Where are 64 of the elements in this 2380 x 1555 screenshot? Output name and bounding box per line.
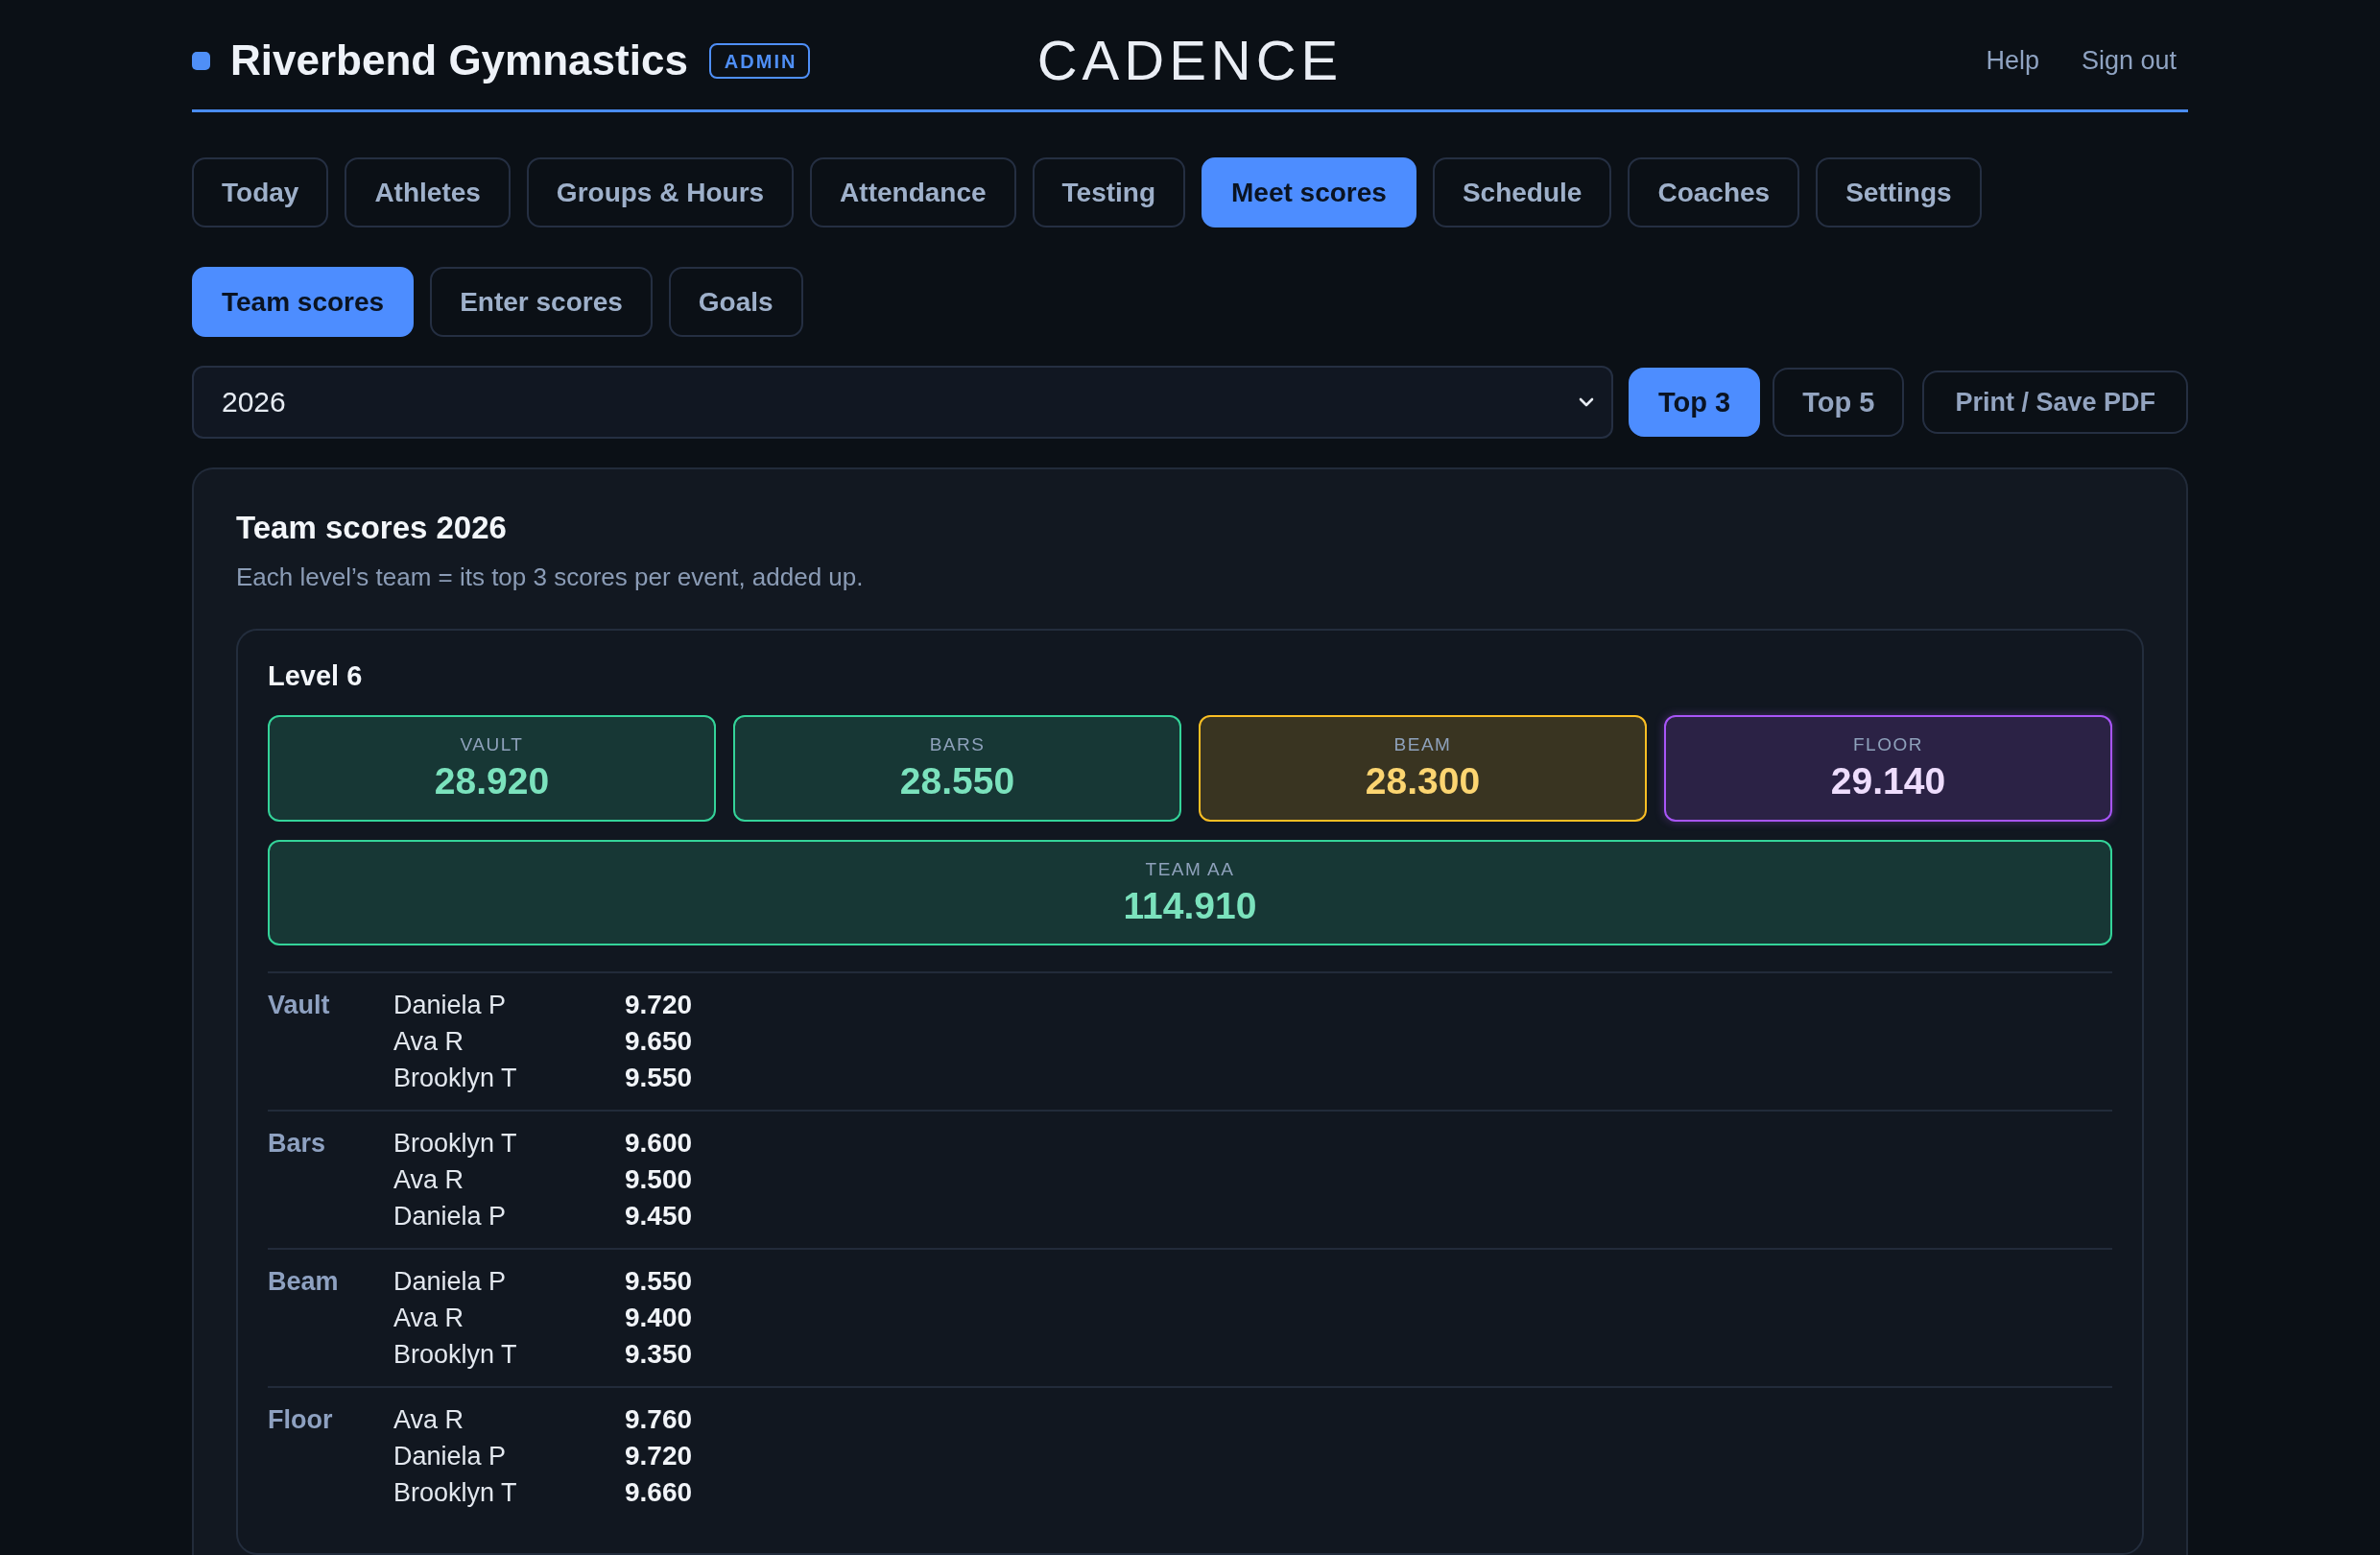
tile-value: 114.910 xyxy=(1123,883,1257,928)
logo-wordmark: CADENCE xyxy=(1036,29,1344,92)
tile-label: TEAM AA xyxy=(1145,857,1235,881)
header-link[interactable]: Help xyxy=(1986,44,2039,77)
event-name: Vault xyxy=(268,990,331,1021)
event-name: Floor xyxy=(268,1404,334,1436)
tile-label: FLOOR xyxy=(1853,733,1923,756)
athlete-name: Daniela P xyxy=(393,990,508,1021)
score-value: 9.650 xyxy=(625,1025,693,1058)
athlete-name: Ava R xyxy=(393,1164,465,1196)
nav-tab[interactable]: Attendance xyxy=(810,157,1016,227)
score-value: 9.760 xyxy=(625,1403,693,1436)
score-value: 9.400 xyxy=(625,1302,693,1334)
report-title: Team scores 2026 xyxy=(236,509,508,547)
tile-value: 28.300 xyxy=(1365,759,1481,803)
tile-label: BARS xyxy=(929,733,986,756)
nav-tab[interactable]: Testing xyxy=(1032,157,1186,227)
nav-tab[interactable]: Schedule xyxy=(1432,157,1612,227)
role-badge: ADMIN xyxy=(708,42,811,79)
nav-tab[interactable]: Groups & Hours xyxy=(526,157,795,227)
tile-label: VAULT xyxy=(460,733,524,756)
nav-tab[interactable]: Today xyxy=(192,157,329,227)
brand-mark-icon xyxy=(192,51,210,70)
nav-tab[interactable]: Athletes xyxy=(345,157,511,227)
athlete-name: Brooklyn T xyxy=(393,1063,518,1094)
event-name: Beam xyxy=(268,1266,340,1298)
tile-label: BEAM xyxy=(1393,733,1452,756)
view-toggle[interactable]: Top 3 xyxy=(1629,368,1761,437)
view-toggle[interactable]: Top 5 xyxy=(1773,368,1905,437)
score-value: 9.550 xyxy=(625,1062,693,1094)
athlete-name: Daniela P xyxy=(393,1266,508,1298)
tile-value: 28.550 xyxy=(899,759,1015,803)
score-value: 9.550 xyxy=(625,1265,693,1298)
report-subtitle: Each level’s team = its top 3 scores per event, added up. xyxy=(236,562,865,593)
athlete-name: Ava R xyxy=(393,1303,465,1334)
sub-tab[interactable]: Goals xyxy=(668,267,803,337)
athlete-name: Ava R xyxy=(393,1026,465,1058)
athlete-name: Brooklyn T xyxy=(393,1339,518,1371)
athlete-name: Brooklyn T xyxy=(393,1128,518,1160)
score-value: 9.720 xyxy=(625,989,693,1021)
athlete-name: Daniela P xyxy=(393,1201,508,1232)
score-value: 9.450 xyxy=(625,1200,693,1232)
sub-tab[interactable]: Team scores xyxy=(192,267,415,337)
score-value: 9.660 xyxy=(625,1476,693,1509)
tile-value: 28.920 xyxy=(434,759,550,803)
athlete-name: Brooklyn T xyxy=(393,1477,518,1509)
header-link[interactable]: Sign out xyxy=(2081,44,2177,77)
year-select[interactable]: 2026 xyxy=(192,366,1614,439)
brand-name: Riverbend Gymnastics xyxy=(230,36,688,85)
chevron-down-icon xyxy=(1579,397,1595,407)
print-button[interactable]: Print / Save PDF xyxy=(1922,371,2188,434)
nav-tab[interactable]: Meet scores xyxy=(1202,157,1416,227)
score-value: 9.350 xyxy=(625,1338,693,1371)
sub-tab[interactable]: Enter scores xyxy=(430,267,653,337)
level-title: Level 6 xyxy=(268,659,364,693)
score-value: 9.600 xyxy=(625,1127,693,1160)
nav-tab[interactable]: Settings xyxy=(1816,157,1982,227)
event-name: Bars xyxy=(268,1128,327,1160)
nav-tab[interactable]: Coaches xyxy=(1628,157,1800,227)
athlete-name: Ava R xyxy=(393,1404,465,1436)
score-value: 9.500 xyxy=(625,1163,693,1196)
tile-value: 29.140 xyxy=(1830,759,1946,803)
score-value: 9.720 xyxy=(625,1440,693,1472)
athlete-name: Daniela P xyxy=(393,1441,508,1472)
